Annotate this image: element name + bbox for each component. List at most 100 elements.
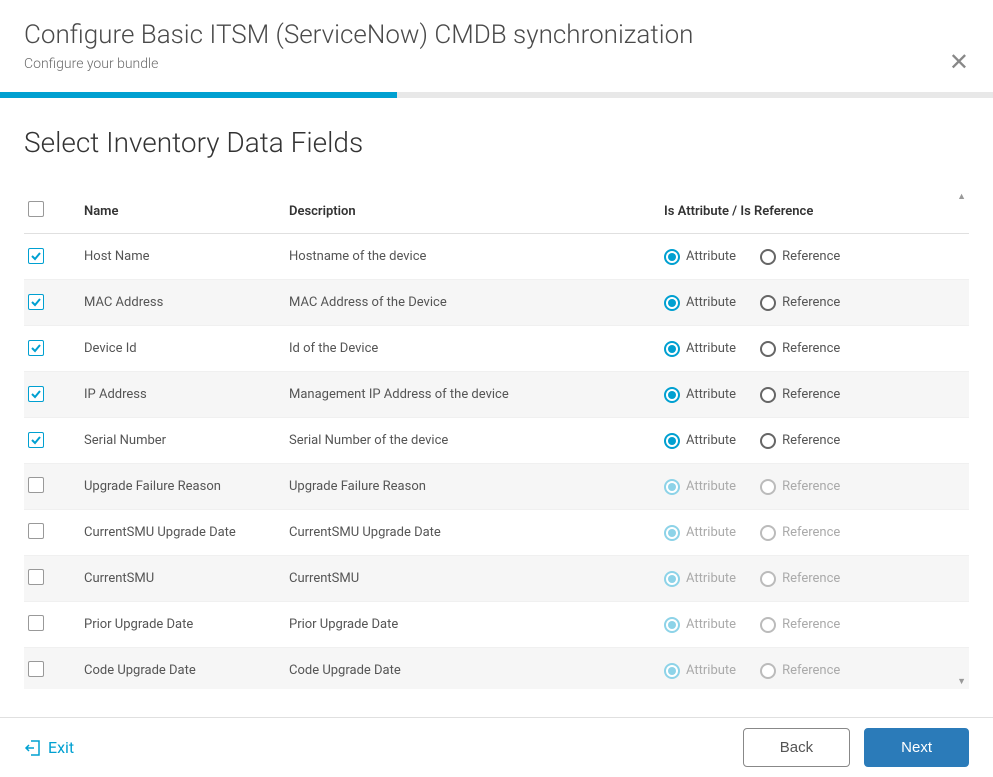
radio-reference-label: Reference bbox=[782, 571, 840, 586]
row-checkbox[interactable] bbox=[28, 248, 44, 264]
radio-reference[interactable]: Reference bbox=[760, 433, 840, 449]
row-description: MAC Address of the Device bbox=[289, 295, 664, 310]
exit-button[interactable]: Exit bbox=[24, 738, 74, 757]
radio-reference-label: Reference bbox=[782, 525, 840, 540]
radio-reference-label: Reference bbox=[782, 341, 840, 356]
table-row: MAC AddressMAC Address of the DeviceAttr… bbox=[24, 280, 969, 326]
exit-label: Exit bbox=[48, 738, 74, 757]
radio-attribute: Attribute bbox=[664, 571, 736, 587]
row-name: Code Upgrade Date bbox=[84, 663, 289, 678]
table-header-row: Name Description Is Attribute / Is Refer… bbox=[24, 189, 969, 234]
close-icon: ✕ bbox=[949, 48, 969, 76]
table-row: Upgrade Failure ReasonUpgrade Failure Re… bbox=[24, 464, 969, 510]
row-checkbox[interactable] bbox=[28, 294, 44, 310]
radio-attribute[interactable]: Attribute bbox=[664, 341, 736, 357]
row-checkbox[interactable] bbox=[28, 523, 44, 539]
radio-icon bbox=[664, 617, 680, 633]
radio-reference: Reference bbox=[760, 663, 840, 679]
close-button[interactable]: ✕ bbox=[949, 50, 969, 74]
radio-icon bbox=[664, 479, 680, 495]
row-description: Code Upgrade Date bbox=[289, 663, 664, 678]
row-description: Id of the Device bbox=[289, 341, 664, 356]
radio-attribute[interactable]: Attribute bbox=[664, 249, 736, 265]
row-description: CurrentSMU bbox=[289, 571, 664, 586]
next-button[interactable]: Next bbox=[864, 728, 969, 767]
row-name: CurrentSMU Upgrade Date bbox=[84, 525, 289, 540]
radio-icon bbox=[664, 341, 680, 357]
row-name: MAC Address bbox=[84, 295, 289, 310]
row-name: IP Address bbox=[84, 387, 289, 402]
radio-attribute-label: Attribute bbox=[686, 387, 736, 402]
table-row: Code Upgrade DateCode Upgrade DateAttrib… bbox=[24, 648, 969, 689]
radio-attribute: Attribute bbox=[664, 663, 736, 679]
row-description: Hostname of the device bbox=[289, 249, 664, 264]
row-name: CurrentSMU bbox=[84, 571, 289, 586]
back-button[interactable]: Back bbox=[743, 728, 850, 767]
radio-group: Attribute Reference bbox=[664, 617, 964, 633]
radio-icon bbox=[664, 249, 680, 265]
radio-reference[interactable]: Reference bbox=[760, 249, 840, 265]
table-row: IP AddressManagement IP Address of the d… bbox=[24, 372, 969, 418]
table-row: Serial NumberSerial Number of the device… bbox=[24, 418, 969, 464]
radio-reference: Reference bbox=[760, 617, 840, 633]
radio-group: Attribute Reference bbox=[664, 387, 964, 403]
radio-group: Attribute Reference bbox=[664, 525, 964, 541]
row-checkbox[interactable] bbox=[28, 661, 44, 677]
radio-reference[interactable]: Reference bbox=[760, 341, 840, 357]
section-title: Select Inventory Data Fields bbox=[24, 126, 969, 159]
footer: Exit Back Next bbox=[0, 717, 993, 777]
radio-icon bbox=[760, 341, 776, 357]
radio-icon bbox=[760, 525, 776, 541]
radio-group: Attribute Reference bbox=[664, 571, 964, 587]
table-row: Host NameHostname of the deviceAttribute… bbox=[24, 234, 969, 280]
row-description: CurrentSMU Upgrade Date bbox=[289, 525, 664, 540]
radio-icon bbox=[664, 525, 680, 541]
radio-attribute-label: Attribute bbox=[686, 525, 736, 540]
header-description: Description bbox=[289, 204, 664, 219]
radio-reference[interactable]: Reference bbox=[760, 295, 840, 311]
row-name: Prior Upgrade Date bbox=[84, 617, 289, 632]
exit-icon bbox=[24, 739, 42, 757]
row-description: Upgrade Failure Reason bbox=[289, 479, 664, 494]
radio-reference: Reference bbox=[760, 479, 840, 495]
row-checkbox[interactable] bbox=[28, 340, 44, 356]
row-checkbox[interactable] bbox=[28, 615, 44, 631]
radio-group: Attribute Reference bbox=[664, 341, 964, 357]
radio-icon bbox=[664, 663, 680, 679]
radio-icon bbox=[760, 571, 776, 587]
row-checkbox[interactable] bbox=[28, 477, 44, 493]
content-area: Select Inventory Data Fields ▲ Name Desc… bbox=[0, 98, 993, 689]
radio-group: Attribute Reference bbox=[664, 479, 964, 495]
table-row: Device IdId of the Device Attribute Refere… bbox=[24, 326, 969, 372]
radio-reference-label: Reference bbox=[782, 479, 840, 494]
select-all-checkbox[interactable] bbox=[28, 201, 44, 217]
radio-reference-label: Reference bbox=[782, 387, 840, 402]
radio-attribute: Attribute bbox=[664, 479, 736, 495]
row-name: Upgrade Failure Reason bbox=[84, 479, 289, 494]
radio-group: Attribute Reference bbox=[664, 433, 964, 449]
scroll-down-icon[interactable]: ▼ bbox=[957, 676, 966, 687]
scroll-up-icon[interactable]: ▲ bbox=[957, 191, 966, 202]
radio-attribute[interactable]: Attribute bbox=[664, 433, 736, 449]
header-attr-ref: Is Attribute / Is Reference bbox=[664, 204, 964, 219]
radio-attribute[interactable]: Attribute bbox=[664, 387, 736, 403]
radio-group: Attribute Reference bbox=[664, 663, 964, 679]
row-checkbox[interactable] bbox=[28, 569, 44, 585]
radio-attribute: Attribute bbox=[664, 617, 736, 633]
row-checkbox[interactable] bbox=[28, 432, 44, 448]
radio-attribute-label: Attribute bbox=[686, 479, 736, 494]
row-name: Serial Number bbox=[84, 433, 289, 448]
row-name: Device Id bbox=[84, 341, 289, 356]
row-description: Serial Number of the device bbox=[289, 433, 664, 448]
radio-icon bbox=[760, 479, 776, 495]
table-row: Prior Upgrade DatePrior Upgrade DateAttr… bbox=[24, 602, 969, 648]
row-checkbox[interactable] bbox=[28, 386, 44, 402]
table-row: CurrentSMU Upgrade DateCurrentSMU Upgrad… bbox=[24, 510, 969, 556]
radio-attribute[interactable]: Attribute bbox=[664, 295, 736, 311]
row-description: Management IP Address of the device bbox=[289, 387, 664, 402]
radio-attribute-label: Attribute bbox=[686, 341, 736, 356]
page-title: Configure Basic ITSM (ServiceNow) CMDB s… bbox=[24, 20, 969, 50]
radio-reference[interactable]: Reference bbox=[760, 387, 840, 403]
radio-icon bbox=[664, 571, 680, 587]
radio-icon bbox=[760, 387, 776, 403]
